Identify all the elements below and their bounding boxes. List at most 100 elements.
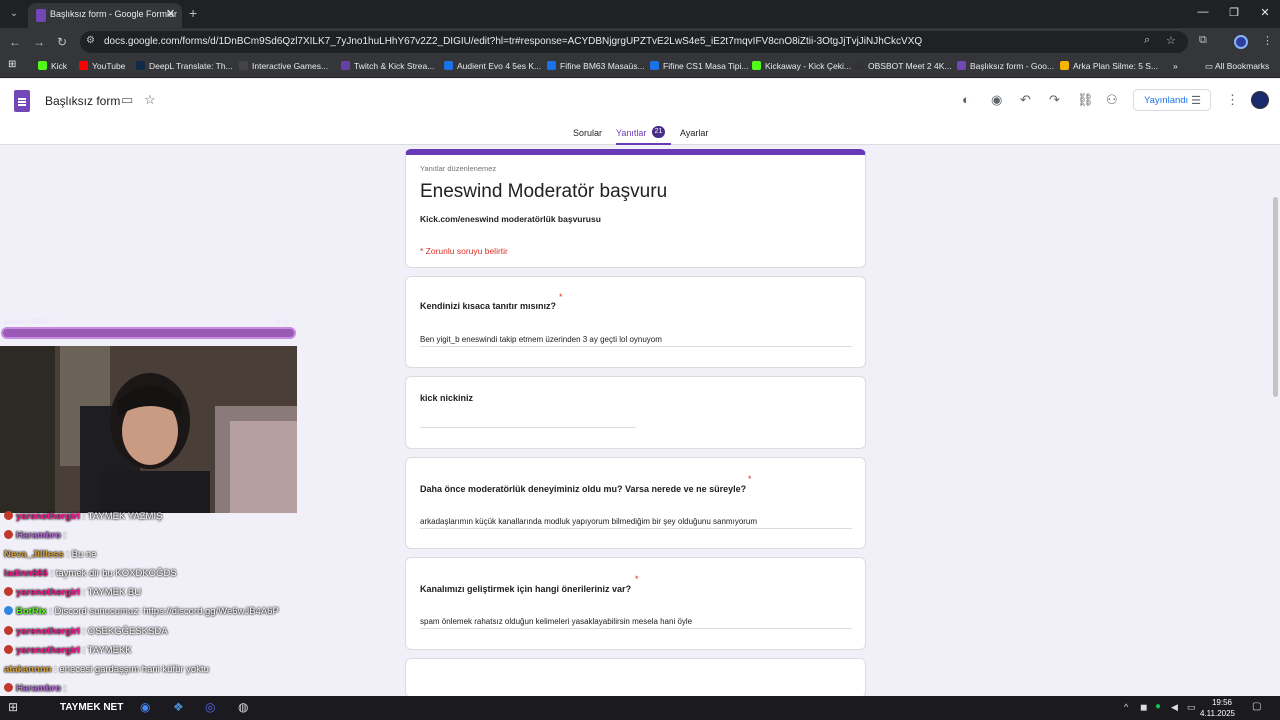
active-tab-indicator	[616, 143, 671, 145]
chat-message: Neva_Jillless : Bu ne	[4, 549, 97, 560]
chat-message: yarenothergirl : TAYMEKK	[4, 645, 132, 656]
sub-goal-bar	[1, 327, 296, 339]
move-folder-icon[interactable]: ▭	[121, 92, 133, 108]
notification-icon[interactable]: ▢	[1252, 701, 1261, 712]
scrollbar-thumb[interactable]	[1273, 197, 1278, 397]
bookmarks-bar: ⊞ Kick YouTube DeepL Translate: Th... In…	[0, 56, 1280, 78]
tab-questions[interactable]: Sorular	[573, 128, 602, 138]
discord-taskbar-icon[interactable]: ◎	[205, 700, 215, 714]
all-bookmarks[interactable]: ▭ All Bookmarks	[1205, 61, 1269, 72]
site-info-icon[interactable]: ⚙	[86, 35, 95, 46]
stream-brand: TAYMEK NET	[60, 702, 124, 713]
bookmark-item[interactable]: Interactive Games...	[239, 61, 328, 71]
new-tab-icon[interactable]: +	[189, 5, 197, 21]
badge-icon	[4, 587, 13, 596]
tab-responses[interactable]: Yanıtlar	[616, 128, 646, 138]
question-card: kick nickiniz	[405, 376, 866, 449]
address-bar-row: ← → ↻ ⚙ docs.google.com/forms/d/1DnBCm9S…	[0, 28, 1280, 56]
chrome-taskbar-icon[interactable]: ◉	[140, 700, 150, 714]
obs-taskbar-icon[interactable]: ◍	[238, 700, 248, 714]
bookmark-item[interactable]: OBSBOT Meet 2 4K...	[855, 61, 951, 71]
undo-icon[interactable]: ↶	[1020, 92, 1031, 108]
windows-taskbar: ⊞ TAYMEK NET ◉ ❖ ◎ ◍ ^ ◼ ● ◀ ▭ ▢	[0, 696, 1280, 720]
question-card: Kanalımızı geliştirmek için hangi öneril…	[405, 557, 866, 650]
forms-header: Başlıksız form ▭ ☆ ◐ ◉ ↶ ↷ ⛓ ⚇ Yayınland…	[0, 79, 1280, 145]
bookmark-star-icon[interactable]: ☆	[1166, 34, 1176, 47]
app-taskbar-icon[interactable]: ❖	[173, 700, 184, 714]
google-forms-logo-icon[interactable]	[14, 90, 30, 112]
redo-icon[interactable]: ↷	[1049, 92, 1060, 108]
more-bookmarks-icon[interactable]: »	[1173, 61, 1178, 71]
apps-icon[interactable]: ⊞	[8, 59, 16, 70]
star-icon[interactable]: ☆	[144, 92, 156, 108]
preview-eye-icon[interactable]: ◉	[991, 92, 1002, 108]
question-label: Kanalımızı geliştirmek için hangi öneril…	[420, 584, 632, 594]
answer-underline	[420, 628, 852, 629]
chat-message: ladinn666 : taymek dir bu KOXDKOĞDS	[4, 568, 177, 579]
tray-chevron-icon[interactable]: ^	[1124, 702, 1128, 712]
profile-avatar[interactable]	[1234, 35, 1248, 49]
more-options-icon[interactable]: ⋮	[1226, 92, 1239, 108]
bot-badge-icon	[4, 606, 13, 615]
bookmark-item[interactable]: Kick	[38, 61, 67, 71]
required-asterisk: *	[748, 474, 752, 484]
required-asterisk: *	[559, 292, 563, 302]
clock-time: 19:56	[1211, 698, 1232, 707]
url-text[interactable]: docs.google.com/forms/d/1DnBCm9Sd6Qzl7XI…	[104, 36, 922, 47]
bookmark-item[interactable]: Audient Evo 4 5es K...	[444, 61, 541, 71]
webcam-image	[0, 346, 297, 513]
forms-favicon-icon	[36, 9, 46, 22]
browser-tab-bar: ⌄ Başlıksız form - Google Formlar ✕ + — …	[0, 0, 1280, 28]
no-edit-note: Yanıtlar düzenlenemez	[420, 164, 497, 173]
badge-icon	[4, 645, 13, 654]
form-doc-title[interactable]: Başlıksız form	[45, 94, 120, 108]
bookmark-item[interactable]: Twitch & Kick Strea...	[341, 61, 434, 71]
question-card-partial	[405, 658, 866, 698]
question-label: Kendinizi kısaca tanıtır mısınız?	[420, 301, 557, 311]
link-icon[interactable]: ⛓	[1077, 92, 1094, 108]
bookmark-item[interactable]: DeepL Translate: Th...	[136, 61, 233, 71]
publish-settings-icon: ☰	[1191, 95, 1201, 107]
start-icon[interactable]: ⊞	[8, 700, 18, 714]
extensions-icon[interactable]: ⧉	[1199, 34, 1207, 47]
zoom-icon[interactable]: ⌕	[1144, 34, 1150, 47]
required-note: * Zorunlu soruyu belirtir	[420, 246, 508, 256]
forward-icon[interactable]: →	[33, 35, 45, 49]
spotify-tray-icon[interactable]: ●	[1155, 701, 1161, 712]
answer-underline	[420, 427, 636, 428]
tab-close-icon[interactable]: ✕	[166, 7, 175, 20]
taskbar-clock[interactable]: 19:56 4.11.2025	[1200, 697, 1235, 719]
palette-icon[interactable]: ◐	[962, 92, 970, 107]
omnibox[interactable]: ⚙ docs.google.com/forms/d/1DnBCm9Sd6Qzl7…	[80, 31, 1188, 53]
account-avatar[interactable]	[1251, 91, 1269, 109]
minimize-icon[interactable]: —	[1193, 6, 1213, 18]
chat-message: BotRix : Discord sunucumuz: https://disc…	[4, 606, 279, 617]
reload-icon[interactable]: ↻	[57, 35, 67, 49]
network-icon[interactable]: ▭	[1187, 702, 1196, 713]
chat-message: yarenothergirl : TAYMEK BU	[4, 587, 141, 598]
webcam-feed	[0, 346, 297, 513]
restore-icon[interactable]: ❐	[1224, 6, 1244, 19]
volume-icon[interactable]: ◀	[1171, 702, 1178, 713]
question-label: kick nickiniz	[420, 393, 474, 403]
close-window-icon[interactable]: ✕	[1255, 6, 1275, 19]
back-icon[interactable]: ←	[9, 35, 21, 49]
tab-settings[interactable]: Ayarlar	[680, 128, 708, 138]
bookmark-item[interactable]: Fifine CS1 Masa Tipi...	[650, 61, 749, 71]
tray-app-icon[interactable]: ◼	[1140, 702, 1147, 713]
required-asterisk: *	[635, 574, 639, 584]
chat-message: Harambro :	[4, 530, 66, 541]
bookmark-item[interactable]: Arka Plan Silme: 5 S...	[1060, 61, 1158, 71]
bookmark-item[interactable]: Başlıksız form - Goo...	[957, 61, 1054, 71]
published-button[interactable]: Yayınlandı ☰	[1133, 89, 1211, 111]
responses-count-badge: 21	[652, 126, 665, 138]
tab-search-icon[interactable]: ⌄	[6, 6, 22, 22]
badge-icon	[4, 683, 13, 692]
chrome-menu-icon[interactable]: ⋮	[1262, 34, 1273, 47]
add-collaborator-icon[interactable]: ⚇	[1106, 92, 1118, 108]
bookmark-item[interactable]: Fifine BM63 Masaüs...	[547, 61, 645, 71]
browser-tab-active[interactable]: Başlıksız form - Google Formlar ✕	[28, 3, 182, 28]
bookmark-item[interactable]: Kickaway - Kick Çeki...	[752, 61, 851, 71]
bookmark-item[interactable]: YouTube	[79, 61, 125, 71]
answer-text: Ben yigit_b eneswindi takip etmem üzerin…	[420, 335, 662, 344]
